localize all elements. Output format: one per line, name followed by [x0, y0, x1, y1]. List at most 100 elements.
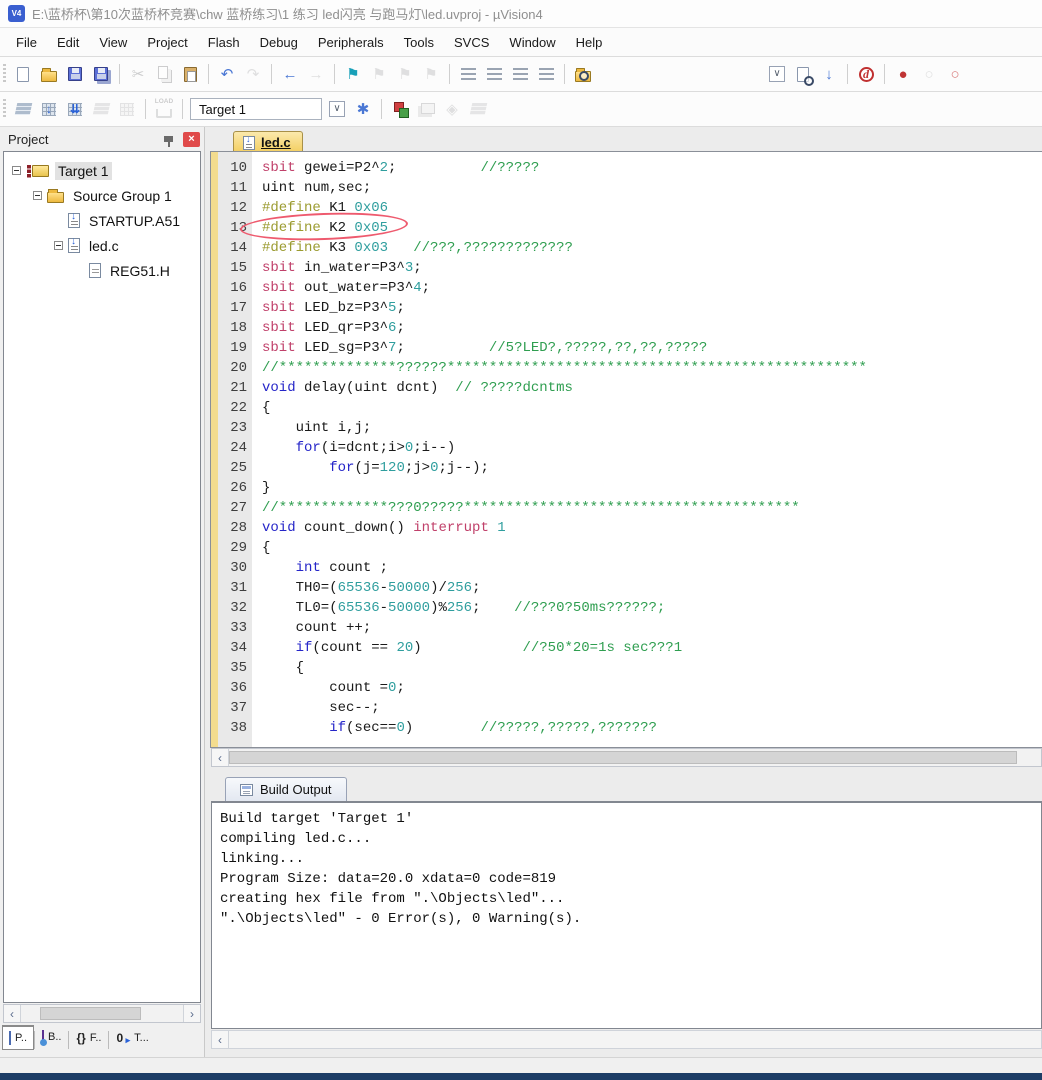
- manage-components-button[interactable]: [388, 97, 412, 121]
- scroll-right-icon[interactable]: ›: [183, 1005, 200, 1022]
- copy-button[interactable]: [152, 62, 176, 86]
- menu-edit[interactable]: Edit: [47, 31, 89, 54]
- tree-item-reg51-h[interactable]: REG51.H: [4, 258, 200, 283]
- scroll-thumb[interactable]: [40, 1007, 140, 1020]
- toolbar-grip[interactable]: [3, 64, 6, 84]
- open-file-button[interactable]: [37, 62, 61, 86]
- batch-build-button[interactable]: [89, 97, 113, 121]
- scroll-track[interactable]: [229, 1031, 1041, 1048]
- panel-tab-t[interactable]: 0T...: [109, 1025, 155, 1051]
- build-output-pane[interactable]: Build target 'Target 1'compiling led.c..…: [211, 801, 1042, 1029]
- code-line[interactable]: 18sbit LED_qr=P3^6;: [218, 318, 1042, 338]
- code-line[interactable]: 16sbit out_water=P3^4;: [218, 278, 1042, 298]
- code-line[interactable]: 31 TH0=(65536-50000)/256;: [218, 578, 1042, 598]
- target-dropdown-button[interactable]: ∨: [325, 97, 349, 121]
- code-line[interactable]: 27//*************???0?????**************…: [218, 498, 1042, 518]
- code-line[interactable]: 34 if(count == 20) //?50*20=1s sec???1: [218, 638, 1042, 658]
- code-line[interactable]: 20//**************??????****************…: [218, 358, 1042, 378]
- code-line[interactable]: 11uint num,sec;: [218, 178, 1042, 198]
- editor-hscrollbar[interactable]: ‹: [211, 748, 1042, 767]
- find-in-document-button[interactable]: [791, 62, 815, 86]
- code-line[interactable]: 21void delay(uint dcnt) // ?????dcntms: [218, 378, 1042, 398]
- rebuild-all-button[interactable]: ⇊: [63, 97, 87, 121]
- code-line[interactable]: 35 {: [218, 658, 1042, 678]
- new-file-button[interactable]: [11, 62, 35, 86]
- code-line[interactable]: 36 count =0;: [218, 678, 1042, 698]
- collapse-icon[interactable]: [33, 191, 42, 200]
- code-line[interactable]: 37 sec--;: [218, 698, 1042, 718]
- menu-window[interactable]: Window: [499, 31, 565, 54]
- cut-button[interactable]: ✂: [126, 62, 150, 86]
- toggle-bookmark-button[interactable]: ⚑: [341, 62, 365, 86]
- start-debug-session-button[interactable]: d: [854, 62, 878, 86]
- clear-bookmarks-button[interactable]: ⚑: [419, 62, 443, 86]
- next-bookmark-button[interactable]: ⚑: [367, 62, 391, 86]
- menu-peripherals[interactable]: Peripherals: [308, 31, 394, 54]
- code-line[interactable]: 30 int count ;: [218, 558, 1042, 578]
- menu-file[interactable]: File: [6, 31, 47, 54]
- close-icon[interactable]: ×: [183, 132, 200, 147]
- scroll-left-icon[interactable]: ‹: [212, 749, 229, 766]
- target-select[interactable]: Target 1: [190, 98, 322, 120]
- toolbar-grip[interactable]: [3, 99, 6, 119]
- save-button[interactable]: [63, 62, 87, 86]
- menu-flash[interactable]: Flash: [198, 31, 250, 54]
- code-line[interactable]: 33 count ++;: [218, 618, 1042, 638]
- pin-icon[interactable]: [164, 136, 173, 142]
- code-line[interactable]: 10sbit gewei=P2^2; //?????: [218, 158, 1042, 178]
- scroll-left-icon[interactable]: ‹: [212, 1031, 229, 1048]
- scroll-left-icon[interactable]: ‹: [4, 1005, 21, 1022]
- menu-svcs[interactable]: SVCS: [444, 31, 499, 54]
- find-in-files-button[interactable]: [571, 62, 595, 86]
- file-extensions-button[interactable]: [414, 97, 438, 121]
- code-line[interactable]: 14#define K3 0x03 //???,?????????????: [218, 238, 1042, 258]
- code-line[interactable]: 13#define K2 0x05: [218, 218, 1042, 238]
- code-line[interactable]: 17sbit LED_bz=P3^5;: [218, 298, 1042, 318]
- build-output-hscrollbar[interactable]: ‹: [211, 1030, 1042, 1049]
- tab-led-c[interactable]: led.c: [233, 131, 303, 152]
- toggle-breakpoint-button[interactable]: ●: [891, 62, 915, 86]
- multi-project-button[interactable]: ◈: [440, 97, 464, 121]
- code-line[interactable]: 23 uint i,j;: [218, 418, 1042, 438]
- books-stack-button[interactable]: [466, 97, 490, 121]
- save-all-button[interactable]: [89, 62, 113, 86]
- download-to-flash-button[interactable]: LOAD: [152, 97, 176, 121]
- code-editor[interactable]: 10sbit gewei=P2^2; //?????11uint num,sec…: [211, 152, 1042, 747]
- scroll-track[interactable]: [229, 749, 1041, 766]
- comment-selection-button[interactable]: [508, 62, 532, 86]
- uncomment-selection-button[interactable]: [534, 62, 558, 86]
- code-line[interactable]: 26}: [218, 478, 1042, 498]
- kill-all-breakpoints-button[interactable]: ○: [943, 62, 967, 86]
- prev-bookmark-button[interactable]: ⚑: [393, 62, 417, 86]
- menu-tools[interactable]: Tools: [394, 31, 444, 54]
- navigate-forward-button[interactable]: →: [304, 62, 328, 86]
- code-line[interactable]: 19sbit LED_sg=P3^7; //5?LED?,?????,??,??…: [218, 338, 1042, 358]
- code-line[interactable]: 22{: [218, 398, 1042, 418]
- menu-debug[interactable]: Debug: [250, 31, 308, 54]
- menu-project[interactable]: Project: [137, 31, 197, 54]
- tree-item-source-group-1[interactable]: Source Group 1: [4, 183, 200, 208]
- code-line[interactable]: 12#define K1 0x06: [218, 198, 1042, 218]
- build-button[interactable]: ↓: [37, 97, 61, 121]
- tree-item-led-c[interactable]: led.c: [4, 233, 200, 258]
- code-line[interactable]: 25 for(j=120;j>0;j--);: [218, 458, 1042, 478]
- code-line[interactable]: 32 TL0=(65536-50000)%256; //???0?50ms???…: [218, 598, 1042, 618]
- collapse-icon[interactable]: [12, 166, 21, 175]
- tree-item-target-1[interactable]: Target 1: [4, 158, 200, 183]
- undo-button[interactable]: ↶: [215, 62, 239, 86]
- code-line[interactable]: 24 for(i=dcnt;i>0;i--): [218, 438, 1042, 458]
- stop-build-button[interactable]: [115, 97, 139, 121]
- search-dropdown-button[interactable]: ∨: [765, 62, 789, 86]
- scroll-thumb[interactable]: [229, 751, 1017, 764]
- menu-view[interactable]: View: [89, 31, 137, 54]
- paste-button[interactable]: [178, 62, 202, 86]
- translate-file-button[interactable]: [11, 97, 35, 121]
- target-options-button[interactable]: ✱: [351, 97, 375, 121]
- panel-tab-b[interactable]: B..: [35, 1025, 68, 1049]
- scroll-track[interactable]: [21, 1005, 183, 1022]
- code-line[interactable]: 28void count_down() interrupt 1: [218, 518, 1042, 538]
- unindent-button[interactable]: [482, 62, 506, 86]
- code-line[interactable]: 29{: [218, 538, 1042, 558]
- tree-item-startup-a51[interactable]: STARTUP.A51: [4, 208, 200, 233]
- panel-tab-f[interactable]: {}F..: [69, 1025, 108, 1051]
